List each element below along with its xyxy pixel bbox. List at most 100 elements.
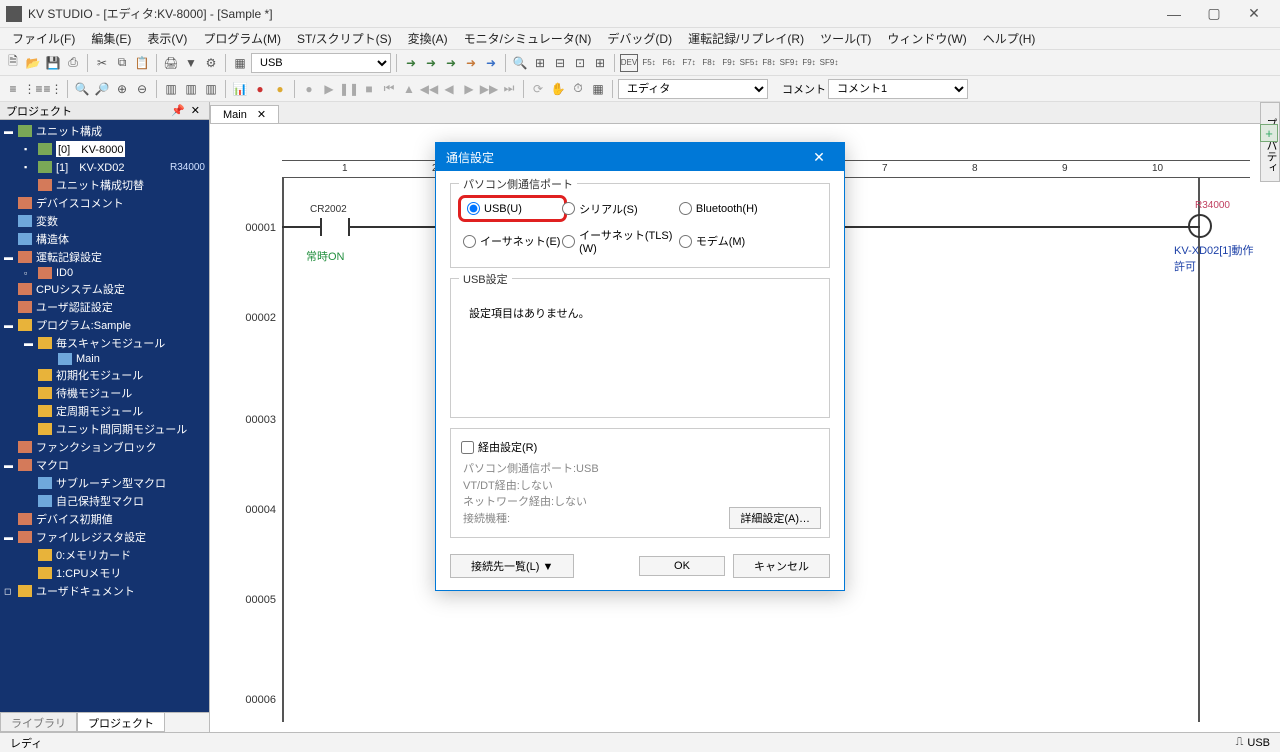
saveas-button[interactable]: ⎙ (64, 54, 82, 72)
radio-bluetooth[interactable]: Bluetooth(H) (679, 200, 796, 217)
sf8-icon[interactable]: F9↕ (800, 54, 818, 72)
radio-usb[interactable]: USB(U) (463, 200, 562, 217)
tab-project[interactable]: プロジェクト (77, 713, 165, 732)
list3-icon[interactable]: ≡⋮ (44, 80, 62, 98)
mod2-icon[interactable]: ▥ (182, 80, 200, 98)
f8-icon[interactable]: F8↕ (700, 54, 718, 72)
menu-window[interactable]: ウィンドウ(W) (879, 28, 974, 49)
tree-program[interactable]: ▬プログラム:Sample (0, 316, 209, 334)
tree-init[interactable]: 初期化モジュール (0, 366, 209, 384)
transfer4-button[interactable]: ➜ (462, 54, 480, 72)
timer-icon[interactable]: ⏱ (569, 80, 587, 98)
editor-tab-main[interactable]: Main ✕ (210, 105, 279, 123)
tree-scan[interactable]: ▬毎スキャンモジュール (0, 334, 209, 352)
view4-icon[interactable]: ⊞ (591, 54, 609, 72)
f7-icon[interactable]: F7↕ (680, 54, 698, 72)
menu-file[interactable]: ファイル(F) (4, 28, 83, 49)
rec-icon[interactable]: ● (300, 80, 318, 98)
fwd-icon[interactable]: ▶▶ (480, 80, 498, 98)
print-button[interactable]: 🖨 (162, 54, 180, 72)
menu-record[interactable]: 運転記録/リプレイ(R) (680, 28, 812, 49)
last-icon[interactable]: ⏭ (500, 80, 518, 98)
zoom2-icon[interactable]: ⊖ (133, 80, 151, 98)
menu-edit[interactable]: 編集(E) (83, 28, 139, 49)
mod3-icon[interactable]: ▥ (202, 80, 220, 98)
sf5-icon[interactable]: SF5↕ (740, 54, 758, 72)
tree-user-auth[interactable]: ユーザ認証設定 (0, 298, 209, 316)
list1-icon[interactable]: ≡ (4, 80, 22, 98)
config-icon[interactable]: ▦ (589, 80, 607, 98)
connection-select[interactable]: USB (251, 53, 391, 73)
replace-icon[interactable]: 🔎 (93, 80, 111, 98)
transfer2-button[interactable]: ➜ (422, 54, 440, 72)
tree-main[interactable]: Main (0, 352, 209, 366)
radio-serial[interactable]: シリアル(S) (562, 200, 679, 217)
tree-unit-sync[interactable]: ユニット間同期モジュール (0, 420, 209, 438)
tree-selfhold[interactable]: 自己保持型マクロ (0, 492, 209, 510)
contact-cr2002[interactable] (320, 218, 350, 236)
sf9-icon[interactable]: SF9↕ (820, 54, 838, 72)
tree-unit-config[interactable]: ▬ユニット構成 (0, 122, 209, 140)
hand-icon[interactable]: ✋ (549, 80, 567, 98)
cut-button[interactable]: ✂ (93, 54, 111, 72)
tree-funcblock[interactable]: ファンクションブロック (0, 438, 209, 456)
view3-icon[interactable]: ⊡ (571, 54, 589, 72)
via-checkbox[interactable] (461, 441, 474, 454)
transfer3-button[interactable]: ➜ (442, 54, 460, 72)
plc-icon[interactable]: ▦ (231, 54, 249, 72)
paste-button[interactable]: 📋 (133, 54, 151, 72)
menu-program[interactable]: プログラム(M) (195, 28, 289, 49)
tree-userdoc[interactable]: ◻ユーザドキュメント (0, 582, 209, 600)
radio-usb-input[interactable] (467, 202, 480, 215)
detail-button[interactable]: 詳細設定(A)… (729, 507, 821, 529)
find-icon[interactable]: 🔍 (73, 80, 91, 98)
chart-icon[interactable]: 📊 (231, 80, 249, 98)
close-button[interactable]: ✕ (1234, 2, 1274, 26)
menu-help[interactable]: ヘルプ(H) (975, 28, 1044, 49)
tree-struct[interactable]: 構造体 (0, 230, 209, 248)
tree-periodic[interactable]: 定周期モジュール (0, 402, 209, 420)
settings-icon[interactable]: ⚙ (202, 54, 220, 72)
mode-select[interactable]: エディタ (618, 79, 768, 99)
tree-variable[interactable]: 変数 (0, 212, 209, 230)
radio-ethernet-tls-input[interactable] (562, 235, 575, 248)
radio-modem-input[interactable] (679, 235, 692, 248)
tree-fileregister[interactable]: ▬ファイルレジスタ設定 (0, 528, 209, 546)
zoom-out-button[interactable]: ▼ (182, 54, 200, 72)
zoom1-icon[interactable]: ⊕ (113, 80, 131, 98)
f5-icon[interactable]: F5↕ (640, 54, 658, 72)
tree-id0[interactable]: ▫ID0 (0, 266, 209, 280)
view1-icon[interactable]: ⊞ (531, 54, 549, 72)
ok-button[interactable]: OK (639, 556, 725, 576)
menu-view[interactable]: 表示(V) (139, 28, 195, 49)
tree-subroutine[interactable]: サブルーチン型マクロ (0, 474, 209, 492)
comment-select[interactable]: コメント1 (828, 79, 968, 99)
tree-dev-comment[interactable]: デバイスコメント (0, 194, 209, 212)
coil-r34000[interactable] (1188, 214, 1212, 238)
pause-icon[interactable]: ❚❚ (340, 80, 358, 98)
play-icon[interactable]: ▶ (320, 80, 338, 98)
mod1-icon[interactable]: ▥ (162, 80, 180, 98)
tab-library[interactable]: ライブラリ (0, 713, 77, 732)
dot-red-icon[interactable]: ● (251, 80, 269, 98)
tree-macro[interactable]: ▬マクロ (0, 456, 209, 474)
tree-record-cfg[interactable]: ▬運転記録設定 (0, 248, 209, 266)
f9-icon[interactable]: F9↕ (720, 54, 738, 72)
radio-ethernet[interactable]: イーサネット(E) (463, 227, 562, 255)
cancel-button[interactable]: キャンセル (733, 554, 830, 578)
tree-memcard[interactable]: 0:メモリカード (0, 546, 209, 564)
menu-debug[interactable]: デバッグ(D) (599, 28, 680, 49)
panel-close-icon[interactable]: ✕ (188, 104, 203, 117)
property-sidebar-tab[interactable]: プロパティ (1260, 102, 1280, 182)
stop-icon[interactable]: ■ (360, 80, 378, 98)
search-icon[interactable]: 🔍 (511, 54, 529, 72)
tab-close-icon[interactable]: ✕ (257, 108, 266, 121)
radio-modem[interactable]: モデム(M) (679, 227, 796, 255)
project-tree[interactable]: ▬ユニット構成 ▪[0] KV-8000 ▪[1] KV-XD02R34000 … (0, 120, 209, 712)
radio-ethernet-input[interactable] (463, 235, 476, 248)
transfer5-button[interactable]: ➜ (482, 54, 500, 72)
open-button[interactable]: 📂 (24, 54, 42, 72)
menu-monitor[interactable]: モニタ/シミュレータ(N) (456, 28, 600, 49)
menu-tool[interactable]: ツール(T) (812, 28, 879, 49)
radio-bluetooth-input[interactable] (679, 202, 692, 215)
